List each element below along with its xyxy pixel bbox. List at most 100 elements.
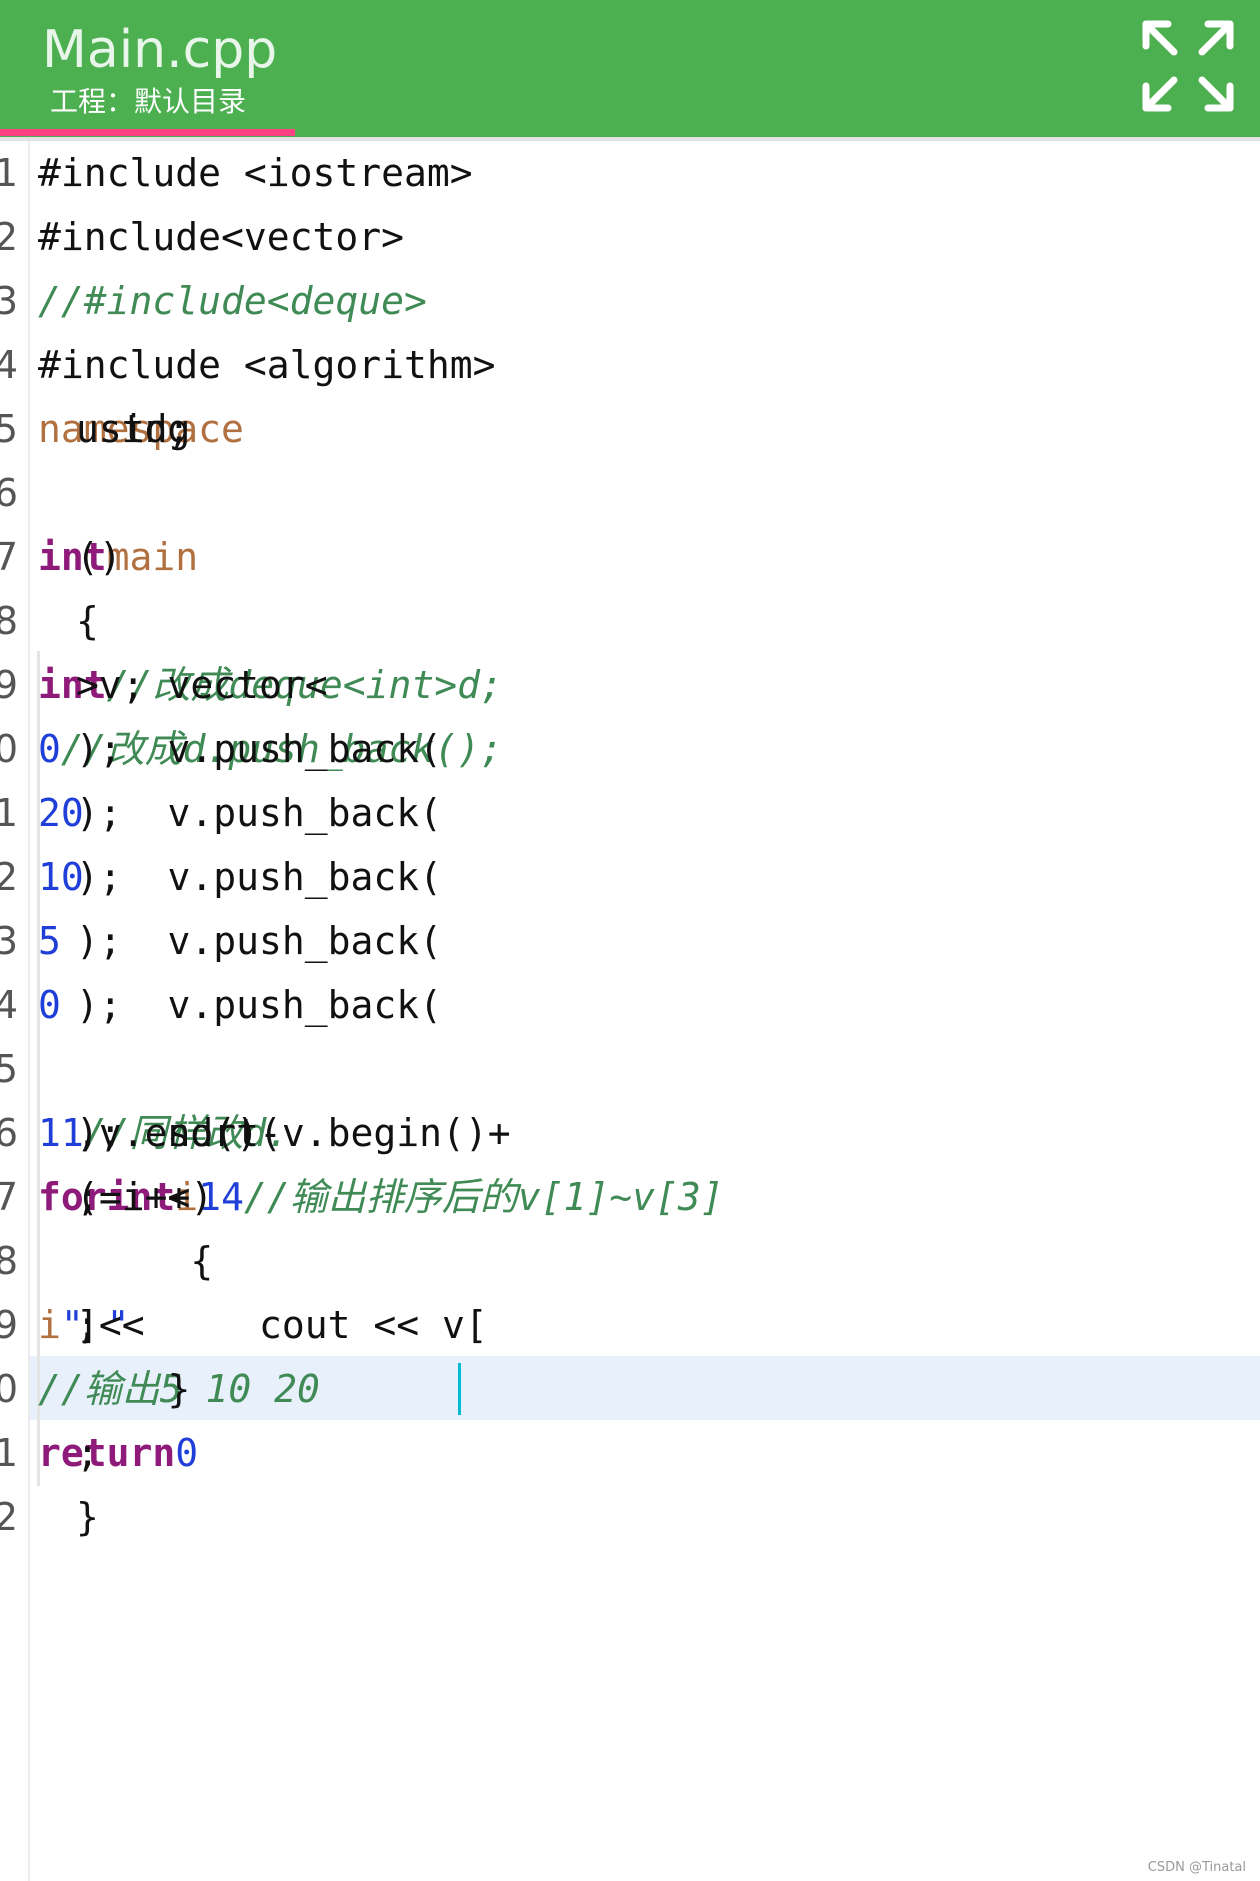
token: 0 <box>175 1431 199 1475</box>
line-number: 18 <box>0 1239 18 1283</box>
line-text: v.push_back(0);//改成d.push_back(); <box>38 717 503 781</box>
line-number: 14 <box>0 983 18 1027</box>
watermark: CSDN @Tinatal <box>1147 1860 1246 1875</box>
line-number: 15 <box>0 1047 18 1091</box>
line-number: 1 <box>0 151 18 195</box>
line-number: 13 <box>0 919 18 963</box>
token: ); <box>76 727 122 771</box>
token: 4 <box>221 1175 244 1219</box>
line-text: #include<vector> <box>38 205 404 269</box>
line-text: v.push_back(10); <box>38 845 442 909</box>
code-line[interactable]: 22} <box>0 1485 1260 1549</box>
code-line[interactable]: 1 #include <iostream> <box>0 141 1260 205</box>
line-text: }//输出5 10 20 <box>38 1357 320 1421</box>
code-line[interactable]: 12 v.push_back(10); <box>0 845 1260 909</box>
code-line[interactable]: 2 #include<vector> <box>0 205 1260 269</box>
editor-header: Main.cpp 工程：默认目录 <box>0 0 1260 137</box>
code-line[interactable]: 11 v.push_back(20); <box>0 781 1260 845</box>
code-line[interactable]: 14 v.push_back( 0); <box>0 973 1260 1037</box>
token: #include <algorithm> <box>38 343 496 387</box>
code-line[interactable]: 20 }//输出5 10 20 <box>0 1357 1260 1421</box>
line-number: 9 <box>0 663 18 707</box>
code-line[interactable]: 15 <box>0 1037 1260 1101</box>
line-number: 12 <box>0 855 18 899</box>
line-text: v.push_back( 5); <box>38 909 442 973</box>
line-number: 7 <box>0 535 18 579</box>
token: i <box>38 1303 61 1347</box>
code-line[interactable]: 16 sort(v.begin()+1,v.end()-1);//同样改d. <box>0 1101 1260 1165</box>
token: ); <box>76 983 122 1027</box>
code-editor[interactable]: 1 #include <iostream> 2 #include<vector> 3 //… <box>0 141 1260 1881</box>
line-text: #include <algorithm> <box>38 333 496 397</box>
code-line[interactable]: 5 using namespace std; <box>0 397 1260 461</box>
line-text: int main() <box>38 525 198 589</box>
code-line[interactable]: 17 for(int i = 1; i < 4; i++)//输出排序后的v[1… <box>0 1165 1260 1229</box>
fullscreen-button[interactable] <box>1138 16 1238 116</box>
line-number: 22 <box>0 1495 18 1539</box>
line-text: for(int i = 1; i < 4; i++)//输出排序后的v[1]~v… <box>38 1165 724 1229</box>
token: v.push_back( <box>76 855 443 899</box>
line-number: 20 <box>0 1367 18 1411</box>
token: { <box>76 1239 214 1283</box>
line-text: cout << v[i]<< " "; <box>38 1293 488 1357</box>
token: ); <box>76 919 122 963</box>
token: 5 <box>38 919 61 963</box>
code-line[interactable]: 6 <box>0 461 1260 525</box>
file-title: Main.cpp <box>42 20 278 80</box>
token: ); <box>76 855 122 899</box>
line-number: 10 <box>0 727 18 771</box>
line-number: 4 <box>0 343 18 387</box>
line-text: sort(v.begin()+ 1 ,v.end()- 1);//同样改d. <box>38 1101 511 1165</box>
token: #include <iostream> <box>38 151 473 195</box>
token: //#include<deque> <box>38 279 427 323</box>
line-number: 21 <box>0 1431 18 1475</box>
token: >v; <box>76 663 145 707</box>
token: 1 <box>38 1111 61 1155</box>
line-number: 5 <box>0 407 18 451</box>
code-line[interactable]: 19 cout << v[i]<< " "; <box>0 1293 1260 1357</box>
token: 0 <box>38 983 61 1027</box>
line-text: return 0; <box>38 1421 198 1485</box>
line-number: 16 <box>0 1111 18 1155</box>
code-line[interactable]: 4 #include <algorithm> <box>0 333 1260 397</box>
line-text: using namespace std; <box>38 397 244 461</box>
token: //输出排序后的v[1]~v[3] <box>243 1175 724 1219</box>
fullscreen-icon <box>1142 20 1234 112</box>
code-line[interactable]: 18 { <box>0 1229 1260 1293</box>
line-number: 19 <box>0 1303 18 1347</box>
text-cursor <box>458 1363 461 1415</box>
token: v.push_back( <box>76 919 443 963</box>
token: } <box>76 1495 99 1539</box>
code-line[interactable]: 8{ <box>0 589 1260 653</box>
line-text: v.push_back(20); <box>38 781 442 845</box>
line-number: 8 <box>0 599 18 643</box>
token: } <box>76 1367 191 1411</box>
token: ; <box>76 1431 99 1475</box>
line-text: v.push_back( 0); <box>38 973 442 1037</box>
token: v.push_back( <box>76 791 443 835</box>
code-line[interactable]: 9 vector< int >v;//改成deque<int>d; <box>0 653 1260 717</box>
line-number: 3 <box>0 279 18 323</box>
active-tab-indicator <box>0 129 295 136</box>
code-line[interactable]: 7 int main() <box>0 525 1260 589</box>
token: v.push_back( <box>76 983 443 1027</box>
code-line[interactable]: 13 v.push_back( 5); <box>0 909 1260 973</box>
code-line[interactable]: 21 return 0; <box>0 1421 1260 1485</box>
line-text: #include <iostream> <box>38 141 473 205</box>
code-line[interactable]: 3 //#include<deque> <box>0 269 1260 333</box>
token: ); <box>76 1111 122 1155</box>
token: #include<vector> <box>38 215 405 259</box>
project-subtitle: 工程：默认目录 <box>50 85 247 118</box>
token: ; i++) <box>76 1175 214 1219</box>
line-number: 11 <box>0 791 18 835</box>
token: { <box>76 599 99 643</box>
code-line[interactable]: 10 v.push_back(0);//改成d.push_back(); <box>0 717 1260 781</box>
line-number: 17 <box>0 1175 18 1219</box>
token: ); <box>76 791 122 835</box>
token: 0 <box>38 727 61 771</box>
token: v.push_back( <box>76 727 443 771</box>
token: ; <box>76 1303 99 1347</box>
line-number: 6 <box>0 471 18 515</box>
token: std; <box>76 407 191 451</box>
line-text: //#include<deque> <box>38 269 427 333</box>
